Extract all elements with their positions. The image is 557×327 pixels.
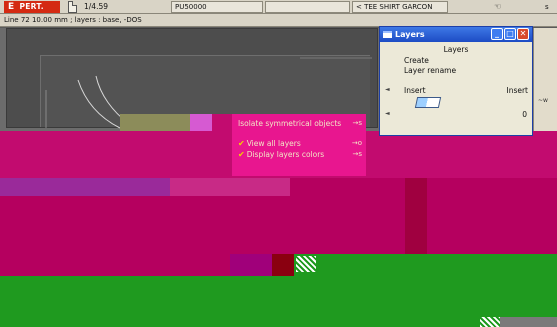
glitch-band-green: [0, 276, 557, 327]
maximize-icon[interactable]: □: [504, 28, 516, 40]
glitch-band-green-upper: [294, 254, 557, 276]
insert-mode-left[interactable]: Insert: [404, 86, 426, 95]
right-strip-label: ~w: [538, 97, 548, 104]
blank-field[interactable]: [265, 1, 350, 13]
menu-item-label: Display layers colors: [246, 150, 325, 159]
glitch-noise-corner: [480, 317, 500, 327]
page-count: 1/4.59: [84, 2, 108, 11]
menu-item-label: Isolate symmetrical objects: [238, 119, 342, 128]
rename-layer-item[interactable]: Layer rename: [404, 66, 456, 75]
layer-value: 0: [522, 110, 527, 119]
insert-mode-right[interactable]: Insert: [506, 86, 528, 95]
menu-item-display-layers-colors[interactable]: ✔ Display layers colors: [238, 150, 324, 159]
check-icon: ✔: [238, 150, 245, 159]
glitch-block-violet: [190, 114, 212, 131]
layers-heading: Layers: [443, 45, 469, 54]
glitch-strip-pink: [170, 178, 290, 196]
toolbar-right-letter: s: [545, 3, 549, 11]
menu-item-shortcut: →s: [352, 150, 362, 158]
glitch-strip-purple: [0, 178, 170, 196]
pointer-icon[interactable]: ☜: [494, 0, 501, 14]
menu-item-isolate-symmetrical[interactable]: Isolate symmetrical objects: [238, 119, 341, 128]
menu-item-view-all-layers[interactable]: ✔ View all layers: [238, 139, 301, 148]
glitch-column-dark: [405, 178, 427, 254]
close-icon[interactable]: ✕: [517, 28, 529, 40]
top-toolbar: E PERT. 1/4.59 PU50000 < TEE SHIRT GARCON…: [0, 0, 557, 14]
badge-letter: E: [8, 2, 15, 12]
menu-item-label: View all layers: [246, 139, 301, 148]
glitch-gray-corner: [500, 317, 557, 327]
model-code-field[interactable]: PU50000: [171, 1, 263, 13]
layers-titlebar[interactable]: Layers _ □ ✕: [380, 27, 532, 42]
check-icon: ✔: [238, 139, 245, 148]
glitch-block-olive: [120, 114, 190, 131]
glitch-block-purple: [230, 254, 272, 276]
file-icon[interactable]: [68, 1, 77, 13]
layers-window-title: Layers: [395, 30, 425, 39]
glitch-noise-block: [296, 256, 316, 272]
menu-item-shortcut: →o: [351, 139, 362, 147]
app-badge[interactable]: E PERT.: [4, 1, 60, 13]
layers-window: Layers _ □ ✕ Layers Create Layer rename …: [379, 26, 533, 136]
glitch-band-lower-left: [0, 254, 230, 276]
create-layer-item[interactable]: Create: [404, 56, 429, 65]
right-panel-strip: [533, 28, 557, 136]
window-icon: [383, 31, 392, 38]
menu-item-shortcut: →s: [352, 119, 362, 127]
context-menu: Isolate symmetrical objects →s ✔ View all…: [232, 114, 366, 176]
glitch-block-magenta: [212, 114, 232, 131]
eraser-icon[interactable]: [414, 97, 442, 108]
minimize-icon[interactable]: _: [491, 28, 503, 40]
row-pointer-icon: ◄: [385, 110, 390, 117]
app-badge-label: PERT.: [19, 2, 44, 11]
model-name-field[interactable]: < TEE SHIRT GARCON: [352, 1, 448, 13]
glitch-block-darkred: [272, 254, 294, 276]
row-pointer-icon: ◄: [385, 86, 390, 93]
